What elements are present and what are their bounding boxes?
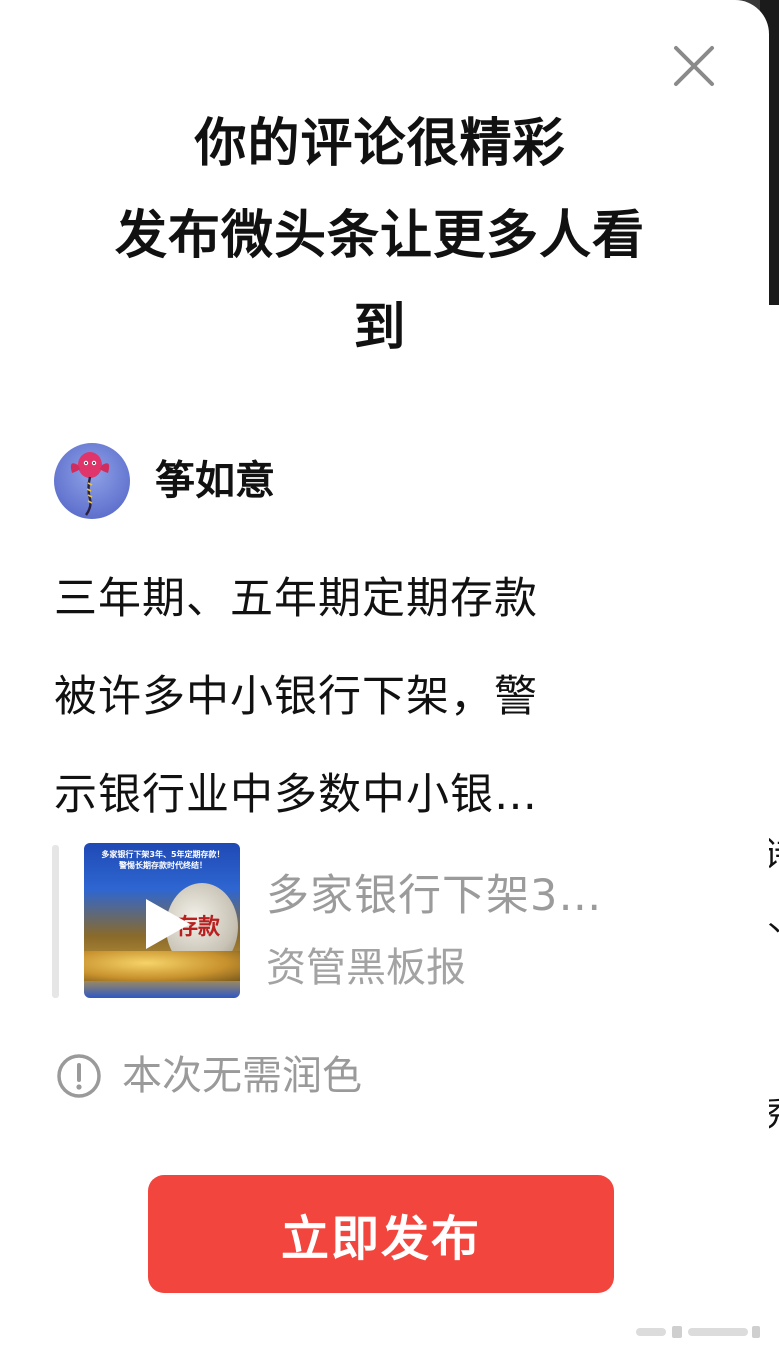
article-source: 资管黑板报	[266, 945, 466, 991]
comment-line: 示银行业中多数中小银…	[54, 770, 538, 820]
home-indicator	[636, 1322, 762, 1342]
play-button[interactable]	[136, 895, 194, 953]
comment-line: 被许多中小银行下架，警	[54, 672, 538, 722]
kite-avatar-icon	[54, 443, 130, 519]
modal-title: 你的评论很精彩 发布微头条让更多人看 到	[40, 98, 720, 374]
article-thumbnail[interactable]: 多家银行下架3年、5年定期存款！ 警惕长期存款时代终结！ 存款	[84, 843, 240, 998]
polish-notice: 本次无需润色	[56, 1050, 362, 1102]
avatar	[54, 443, 130, 519]
gold-coins-image	[84, 951, 240, 981]
author-name: 筝如意	[155, 458, 275, 504]
comment-text: 三年期、五年期定期存款 被许多中小银行下架，警 示银行业中多数中小银…	[54, 550, 694, 844]
article-title[interactable]: 多家银行下架3…	[266, 866, 686, 926]
publish-button[interactable]: 立即发布	[148, 1175, 614, 1293]
close-icon	[674, 46, 714, 86]
screen: 诗 丫 秀 你的评论很精彩 发布微头条让更多人看 到	[0, 0, 779, 1362]
modal-title-line: 你的评论很精彩	[194, 114, 566, 174]
quote-bar	[52, 845, 59, 998]
publish-modal: 你的评论很精彩 发布微头条让更多人看 到 筝如意 三年期、五年期定期存款 被许多…	[0, 0, 769, 1362]
play-icon	[146, 899, 190, 949]
close-button[interactable]	[670, 42, 718, 90]
comment-line: 三年期、五年期定期存款	[54, 574, 538, 624]
notice-text: 本次无需润色	[122, 1053, 362, 1099]
modal-title-line: 到	[353, 298, 407, 358]
info-icon	[56, 1053, 102, 1099]
modal-title-line: 发布微头条让更多人看	[114, 206, 645, 266]
home-indicator-icon	[636, 1326, 760, 1338]
thumbnail-caption: 多家银行下架3年、5年定期存款！ 警惕长期存款时代终结！	[101, 850, 225, 870]
